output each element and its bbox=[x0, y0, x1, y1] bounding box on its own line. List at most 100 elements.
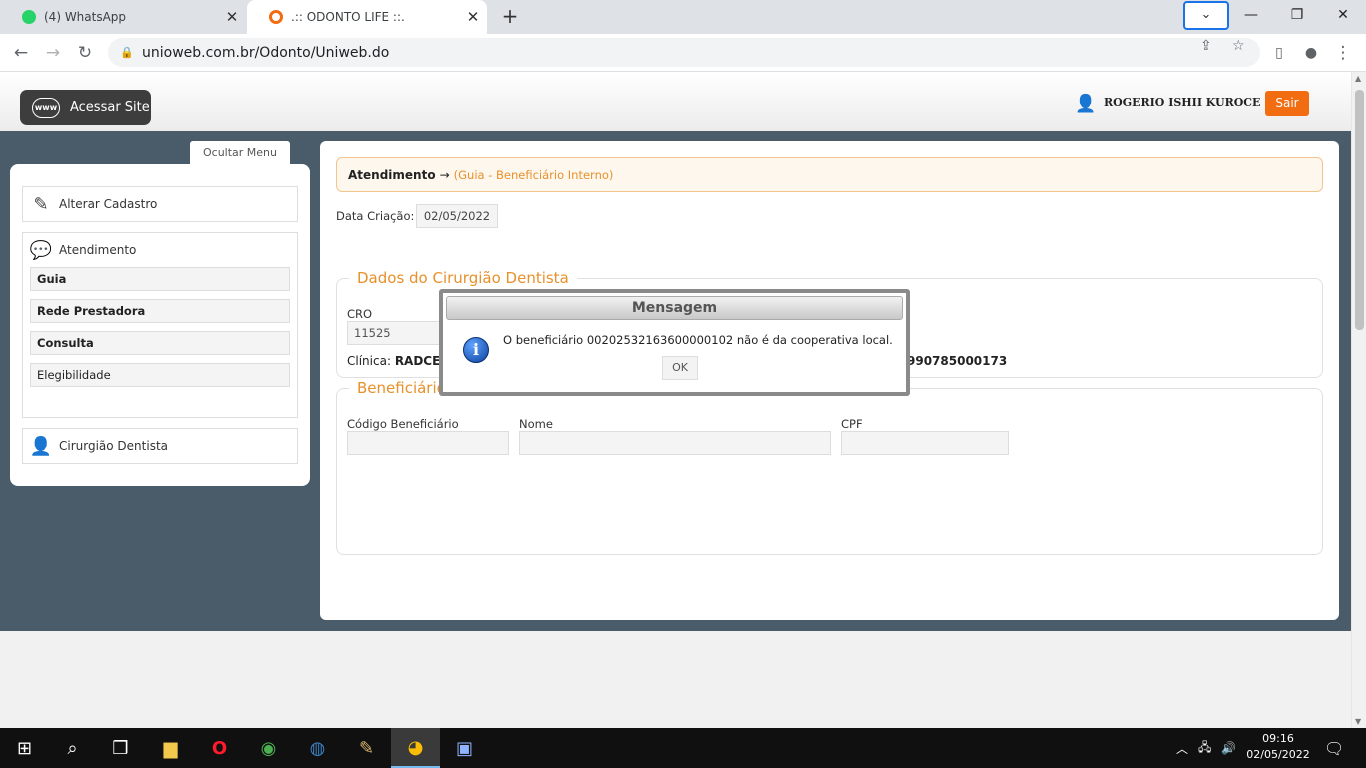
access-site-button[interactable]: www Acessar Site bbox=[20, 90, 151, 125]
profile-icon[interactable]: ● bbox=[1296, 38, 1326, 68]
address-bar[interactable]: 🔒 unioweb.com.br/Odonto/Uniweb.do bbox=[108, 38, 1260, 67]
search-button[interactable]: ⌕ bbox=[48, 728, 97, 768]
app-button[interactable]: ◍ bbox=[293, 728, 342, 768]
sidebar-item-label: Alterar Cadastro bbox=[59, 197, 158, 211]
message-dialog: Mensagem i O beneficiário 00202532163600… bbox=[439, 289, 910, 396]
cro-label: CRO bbox=[347, 307, 373, 321]
sidebar-item-atendimento: 💬 Atendimento Guia Rede Prestadora Consu… bbox=[22, 232, 298, 418]
menu-dots-icon[interactable]: ⋮ bbox=[1328, 38, 1358, 68]
notifications-icon[interactable]: 🗨 bbox=[1324, 728, 1344, 768]
close-window-button[interactable]: ✕ bbox=[1320, 0, 1366, 30]
browser-tab-strip: (4) WhatsApp ✕ .:: ODONTO LIFE ::. ✕ + ⌄… bbox=[0, 0, 1366, 34]
submenu-item-consulta[interactable]: Consulta bbox=[30, 331, 290, 355]
logout-button[interactable]: Sair bbox=[1265, 91, 1309, 116]
app-icon: ◍ bbox=[309, 737, 326, 759]
star-icon[interactable]: ☆ bbox=[1232, 38, 1245, 54]
globe-icon: ◉ bbox=[260, 737, 277, 759]
file-explorer-button[interactable]: ▆ bbox=[146, 728, 195, 768]
breadcrumb: Atendimento → (Guia - Beneficiário Inter… bbox=[336, 157, 1323, 192]
cnpj-value: 990785000173 bbox=[907, 354, 1008, 368]
forward-button[interactable]: → bbox=[38, 38, 68, 68]
whatsapp-icon bbox=[22, 10, 36, 24]
web-page: www Acessar Site 👤 ROGERIO ISHII KUROCE … bbox=[0, 72, 1351, 728]
sidebar-item-label: Atendimento bbox=[59, 243, 137, 257]
tray-chevron-icon[interactable]: ︿ bbox=[1176, 728, 1188, 768]
url-text: unioweb.com.br/Odonto/Uniweb.do bbox=[142, 44, 390, 61]
windows-taskbar: ⊞ ⌕ ❒ ▆ O ◉ ◍ ✎ ◕ ▣ ︿ 🖧 🔊 09:16 02/05/20… bbox=[0, 728, 1366, 768]
scroll-thumb[interactable] bbox=[1355, 90, 1364, 330]
dentist-user-icon: 👤 bbox=[29, 435, 53, 457]
clinic-line: Clínica: RADCEN bbox=[347, 354, 450, 368]
close-icon[interactable]: ✕ bbox=[218, 8, 246, 26]
paint-button[interactable]: ✎ bbox=[342, 728, 391, 768]
odonto-life-icon bbox=[269, 10, 283, 24]
date-created-label: Data Criação: bbox=[336, 209, 415, 223]
scroll-down-icon[interactable]: ▼ bbox=[1355, 717, 1361, 726]
tab-title: .:: ODONTO LIFE ::. bbox=[291, 10, 405, 24]
windows-icon: ⊞ bbox=[16, 737, 33, 759]
paint-icon: ✎ bbox=[358, 737, 375, 759]
site-header: www Acessar Site 👤 ROGERIO ISHII KUROCE … bbox=[0, 72, 1351, 131]
minimize-button[interactable]: — bbox=[1228, 0, 1274, 30]
beneficiary-code-label: Código Beneficiário bbox=[347, 417, 459, 431]
submenu-item-rede-prestadora[interactable]: Rede Prestadora bbox=[30, 299, 290, 323]
share-icon[interactable]: ⇪ bbox=[1200, 38, 1212, 54]
sidebar-item-label: Cirurgião Dentista bbox=[59, 439, 169, 453]
lock-icon[interactable]: 🔒 bbox=[120, 46, 134, 59]
user-icon: 👤 bbox=[1075, 94, 1097, 114]
tab-odonto-life[interactable]: .:: ODONTO LIFE ::. ✕ bbox=[247, 0, 487, 34]
beneficiary-fieldset: Beneficiário Código Beneficiário Nome CP… bbox=[336, 379, 1323, 555]
chrome-icon: ◕ bbox=[407, 736, 424, 758]
breadcrumb-arrow: → bbox=[439, 167, 450, 182]
beneficiary-cpf-input[interactable] bbox=[841, 431, 1009, 455]
chat-user-icon: 💬 bbox=[29, 239, 53, 261]
submenu-item-guia[interactable]: Guia bbox=[30, 267, 290, 291]
scroll-up-icon[interactable]: ▲ bbox=[1355, 74, 1361, 83]
start-button[interactable]: ⊞ bbox=[0, 728, 49, 768]
tab-search-button[interactable]: ⌄ bbox=[1183, 1, 1229, 30]
restore-button[interactable]: ❐ bbox=[1274, 0, 1320, 30]
info-icon: i bbox=[463, 337, 489, 363]
user-name: ROGERIO ISHII KUROCE bbox=[1104, 96, 1261, 109]
beneficiary-cpf-label: CPF bbox=[841, 417, 863, 431]
breadcrumb-main: Atendimento bbox=[348, 167, 436, 182]
opera-icon: O bbox=[211, 737, 228, 759]
submenu-item-elegibilidade[interactable]: Elegibilidade bbox=[30, 363, 290, 387]
browser-app-button[interactable]: ◉ bbox=[244, 728, 293, 768]
chrome-button[interactable]: ◕ bbox=[391, 728, 440, 768]
tooth-icon: ▣ bbox=[455, 737, 473, 759]
breadcrumb-sub: (Guia - Beneficiário Interno) bbox=[453, 167, 614, 182]
close-icon[interactable]: ✕ bbox=[459, 8, 487, 26]
search-icon: ⌕ bbox=[67, 737, 78, 759]
beneficiary-name-input[interactable] bbox=[519, 431, 831, 455]
task-view-button[interactable]: ❒ bbox=[96, 728, 145, 768]
date-created-field: 02/05/2022 bbox=[416, 204, 498, 228]
back-button[interactable]: ← bbox=[6, 38, 36, 68]
new-tab-button[interactable]: + bbox=[498, 4, 522, 28]
beneficiary-code-input[interactable] bbox=[347, 431, 509, 455]
clock-time: 09:16 bbox=[1262, 732, 1294, 745]
sidebar-item-atendimento-header[interactable]: 💬 Atendimento bbox=[23, 233, 297, 267]
clock[interactable]: 09:16 02/05/2022 bbox=[1238, 731, 1318, 763]
sidebar: ✎ Alterar Cadastro 💬 Atendimento Guia Re… bbox=[10, 164, 310, 486]
page-scrollbar[interactable]: ▲ ▼ bbox=[1351, 72, 1366, 728]
www-icon: www bbox=[32, 97, 60, 118]
volume-icon[interactable]: 🔊 bbox=[1221, 728, 1236, 768]
browser-toolbar: ← → ↻ 🔒 unioweb.com.br/Odonto/Uniweb.do … bbox=[0, 34, 1366, 72]
folder-icon: ▆ bbox=[163, 737, 178, 759]
tooth-app-button[interactable]: ▣ bbox=[440, 728, 489, 768]
sidebar-item-alterar-cadastro[interactable]: ✎ Alterar Cadastro bbox=[22, 186, 298, 222]
opera-button[interactable]: O bbox=[195, 728, 244, 768]
clock-date: 02/05/2022 bbox=[1246, 748, 1310, 761]
tab-whatsapp[interactable]: (4) WhatsApp ✕ bbox=[0, 0, 246, 34]
sidebar-item-cirurgiao-dentista[interactable]: 👤 Cirurgião Dentista bbox=[22, 428, 298, 464]
dentist-legend: Dados do Cirurgião Dentista bbox=[349, 269, 577, 287]
side-panel-icon[interactable]: ▯ bbox=[1264, 38, 1294, 68]
edit-icon: ✎ bbox=[33, 193, 49, 215]
beneficiary-name-label: Nome bbox=[519, 417, 553, 431]
ok-button[interactable]: OK bbox=[662, 356, 698, 380]
clinic-label: Clínica: bbox=[347, 354, 391, 368]
dialog-title: Mensagem bbox=[446, 296, 903, 320]
network-icon[interactable]: 🖧 bbox=[1198, 728, 1211, 768]
reload-button[interactable]: ↻ bbox=[70, 38, 100, 68]
